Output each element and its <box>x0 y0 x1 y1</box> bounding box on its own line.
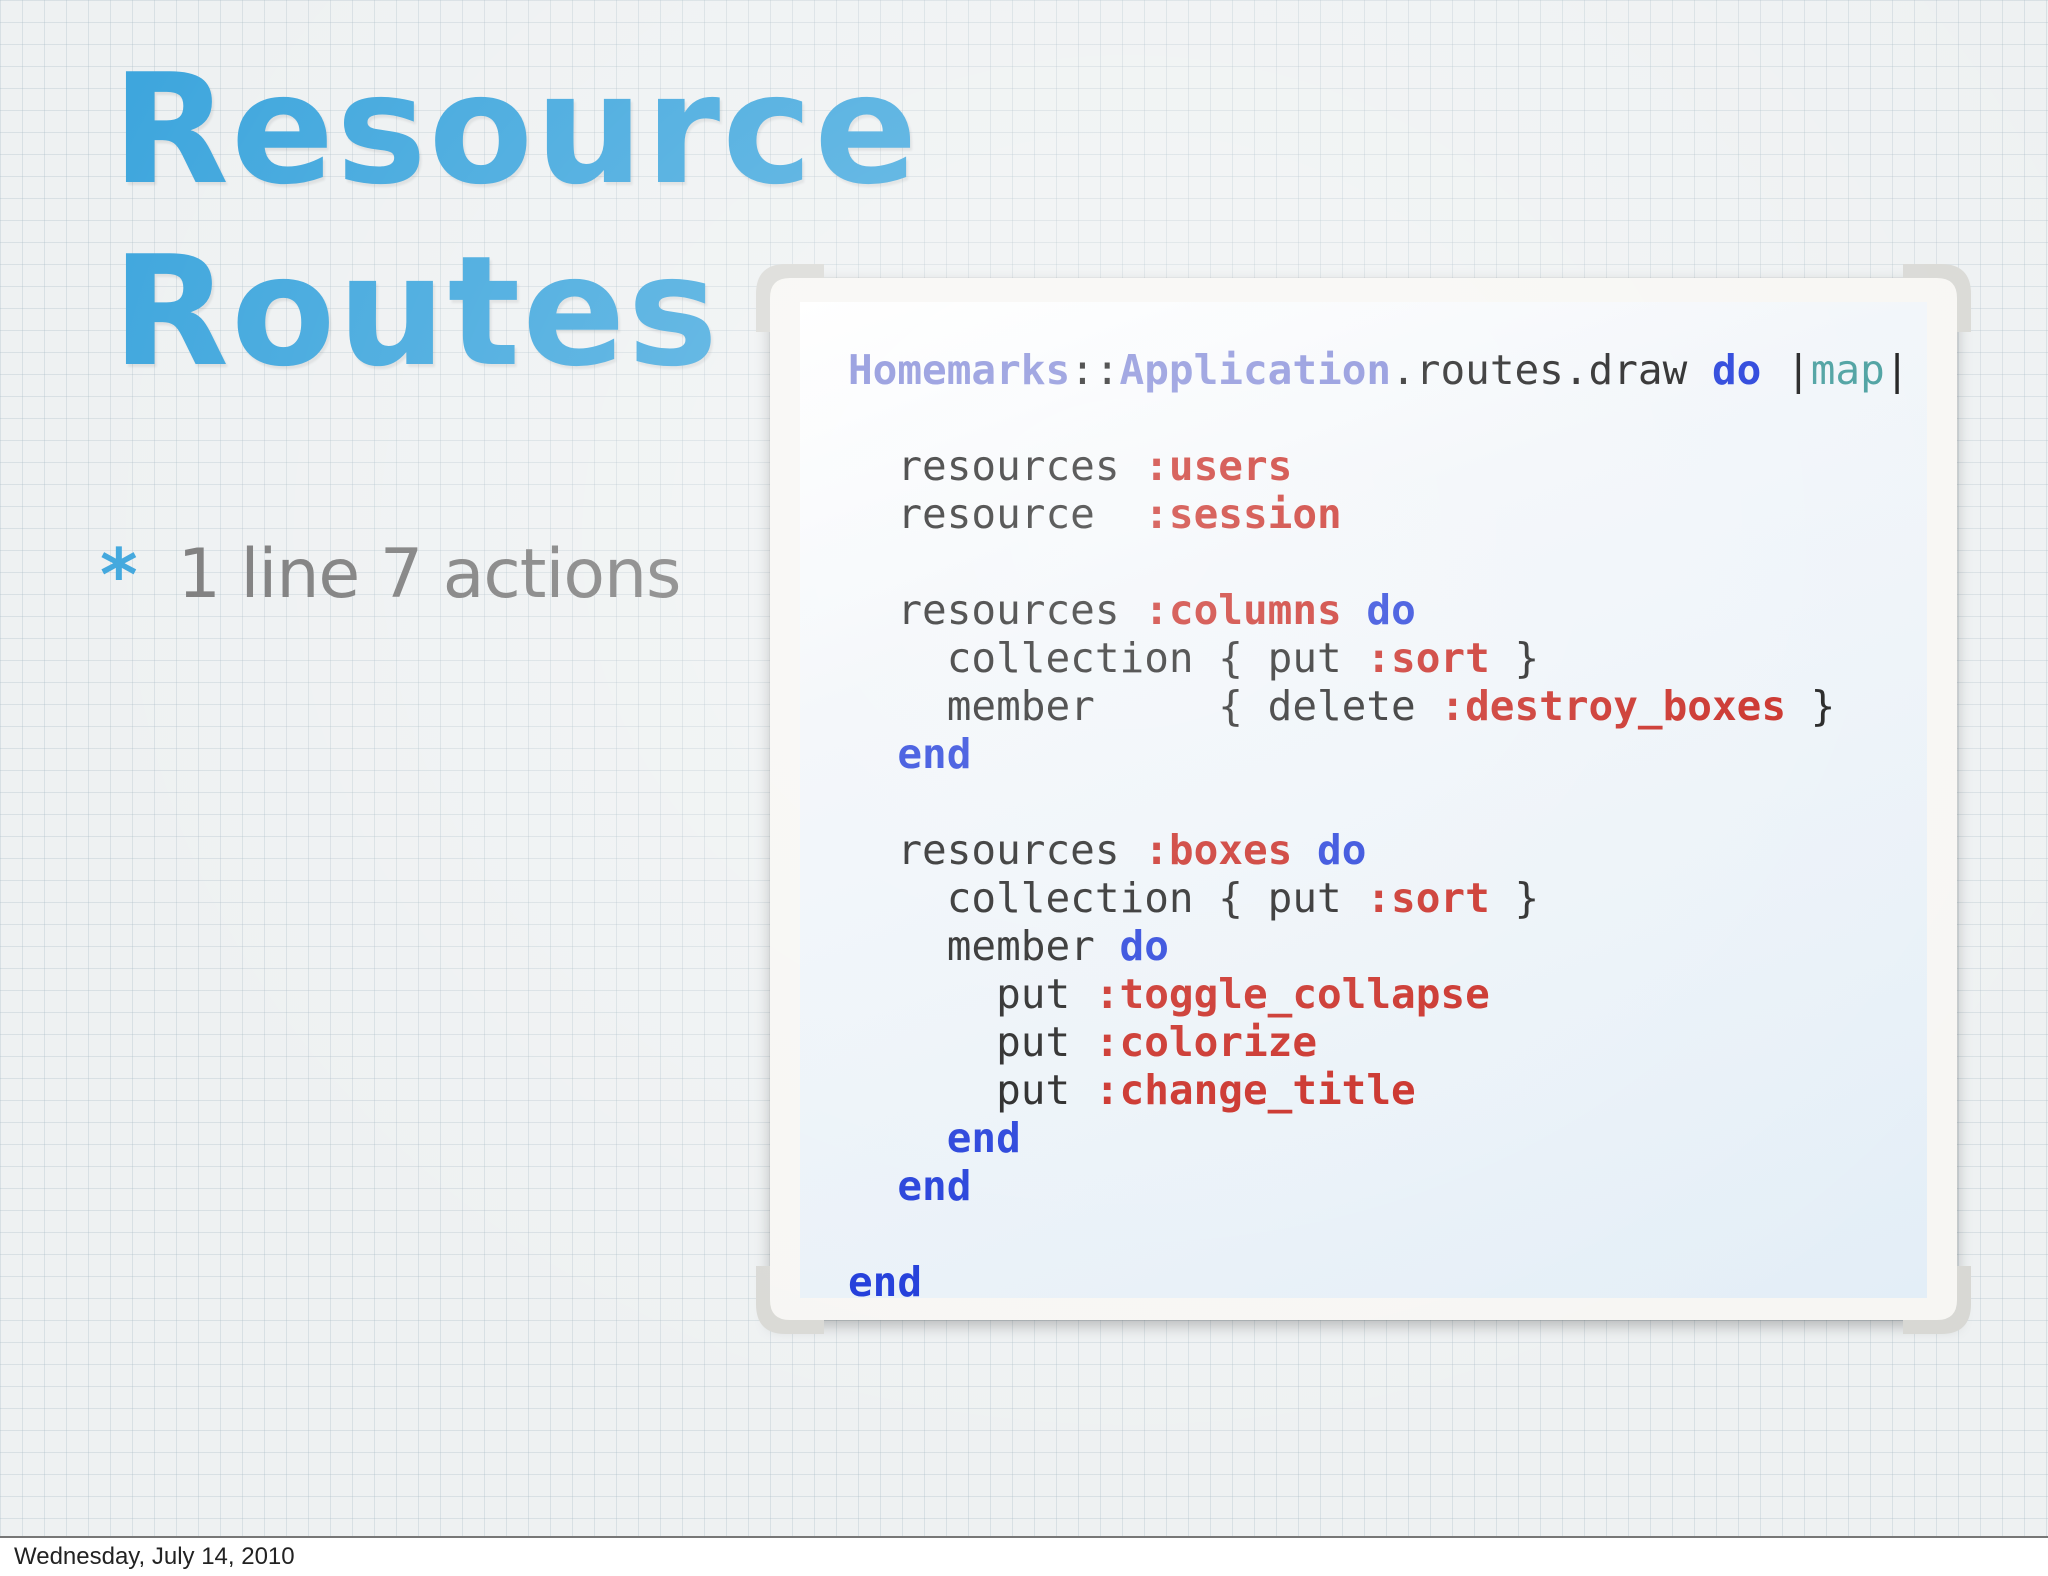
code-token: :columns <box>1144 586 1342 634</box>
slide: Resource Routes * 1 line 7 actions Homem… <box>0 0 2048 1536</box>
code-token: do <box>1119 922 1169 970</box>
code-token: | <box>1761 346 1811 394</box>
code-token: :change_title <box>1094 1066 1416 1114</box>
code-line: Homemarks::Application.routes.draw do |m… <box>848 346 1909 394</box>
footer-divider <box>0 1536 2048 1538</box>
code-line: resources :boxes do <box>848 826 1909 874</box>
code-token: do <box>1366 586 1416 634</box>
code-token: do <box>1317 826 1367 874</box>
code-line: end <box>848 1114 1909 1162</box>
code-token: resources <box>848 586 1145 634</box>
code-token: } <box>1489 874 1540 922</box>
code-token: :toggle_collapse <box>1094 970 1490 1018</box>
code-line: collection { put :sort } <box>848 634 1909 682</box>
code-token: Application <box>1119 346 1392 394</box>
code-token: put <box>848 970 1095 1018</box>
slide-title-line-2: Routes <box>112 223 720 400</box>
slide-title-line-1: Resource <box>112 41 920 218</box>
code-token: end <box>897 730 972 778</box>
code-token: :boxes <box>1144 826 1293 874</box>
code-token: member <box>848 922 1120 970</box>
code-token: } <box>1489 634 1540 682</box>
code-line: end <box>848 730 1909 778</box>
bullet-asterisk-icon: * <box>100 533 138 617</box>
code-token: put <box>848 1018 1095 1066</box>
code-line: end <box>848 1162 1909 1210</box>
code-token: :colorize <box>1094 1018 1318 1066</box>
code-token: collection { put <box>848 634 1367 682</box>
code-panel: Homemarks::Application.routes.draw do |m… <box>800 302 1927 1306</box>
code-frame: Homemarks::Application.routes.draw do |m… <box>756 264 1971 1334</box>
code-token: :users <box>1144 442 1293 490</box>
code-token: .routes.draw <box>1391 346 1712 394</box>
code-token: resource <box>848 490 1145 538</box>
code-token: } <box>1786 682 1836 730</box>
code-token: collection { put <box>848 874 1367 922</box>
code-line: member { delete :destroy_boxes } <box>848 682 1909 730</box>
code-block: Homemarks::Application.routes.draw do |m… <box>848 346 1909 1306</box>
code-line: collection { put :sort } <box>848 874 1909 922</box>
code-token: :: <box>1070 346 1120 394</box>
code-line: resources :columns do <box>848 586 1909 634</box>
code-line: put :toggle_collapse <box>848 970 1909 1018</box>
footer-date: Wednesday, July 14, 2010 <box>14 1543 295 1570</box>
code-token: put <box>848 1066 1095 1114</box>
code-token: | <box>1884 346 1910 394</box>
code-line: put :colorize <box>848 1018 1909 1066</box>
code-token: :destroy_boxes <box>1440 682 1786 730</box>
code-line: resources :users <box>848 442 1909 490</box>
code-line: end <box>848 1258 1909 1306</box>
code-line: put :change_title <box>848 1066 1909 1114</box>
code-token: map <box>1810 346 1885 394</box>
code-token: do <box>1711 346 1762 394</box>
code-token: :sort <box>1366 874 1490 922</box>
code-token: member { delete <box>848 682 1441 730</box>
code-token: end <box>848 1258 923 1306</box>
code-token: Homemarks <box>848 346 1071 394</box>
code-token: end <box>946 1114 1021 1162</box>
code-token: resources <box>848 442 1145 490</box>
code-token: resources <box>848 826 1145 874</box>
code-token: :sort <box>1366 634 1490 682</box>
bullet-item: * 1 line 7 actions <box>100 530 681 620</box>
bullet-text: 1 line 7 actions <box>177 535 682 614</box>
code-token: :session <box>1144 490 1342 538</box>
code-line: resource :session <box>848 490 1909 538</box>
code-line: member do <box>848 922 1909 970</box>
code-token: end <box>897 1162 972 1210</box>
